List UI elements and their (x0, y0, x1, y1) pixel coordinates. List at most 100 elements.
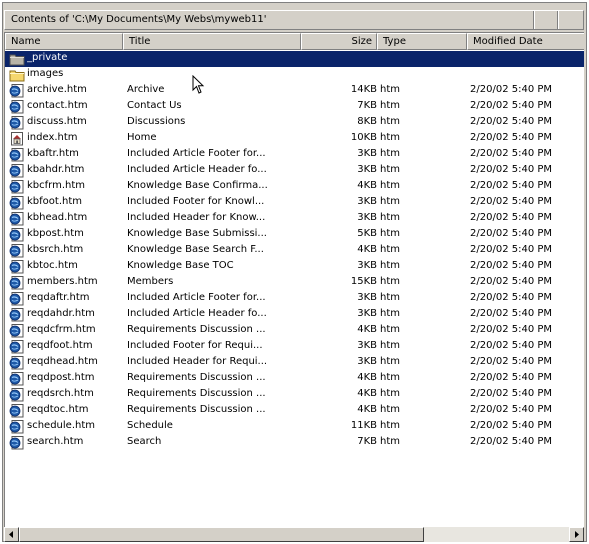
file-list-view[interactable]: Name Title Size Type Modified Date _priv… (4, 32, 584, 527)
file-title: Schedule (127, 420, 173, 431)
file-size: 3KB (357, 356, 377, 367)
file-row[interactable]: discuss.htm Discussions 8KB htm 2/20/02 5:40… (5, 115, 584, 131)
file-title: Included Article Footer for... (127, 292, 266, 303)
column-header-name[interactable]: Name (5, 33, 123, 50)
file-title: Requirements Discussion ... (127, 324, 266, 335)
file-title: Requirements Discussion ... (127, 372, 266, 383)
column-header-title[interactable]: Title (123, 33, 301, 50)
horizontal-scrollbar[interactable] (4, 527, 584, 542)
home-page-icon (9, 132, 25, 146)
file-title: Knowledge Base Search F... (127, 244, 264, 255)
file-size: 7KB (357, 436, 377, 447)
arrow-right-icon (575, 531, 579, 538)
file-type: htm (380, 116, 400, 127)
file-name: reqdpost.htm (27, 372, 95, 383)
file-row[interactable]: _private (5, 51, 584, 67)
file-modified-date: 2/20/02 5:40 PM (470, 132, 553, 143)
file-row[interactable]: reqdahdr.htm Included Article Header fo..… (5, 307, 584, 323)
file-row[interactable]: kbfoot.htm Included Footer for Knowl... 3K… (5, 195, 584, 211)
file-name: archive.htm (27, 84, 87, 95)
file-title: Included Footer for Knowl... (127, 196, 265, 207)
file-row[interactable]: schedule.htm Schedule 11KB htm 2/20/02 5:40 … (5, 419, 584, 435)
title-bar-divider (557, 11, 584, 29)
file-modified-date: 2/20/02 5:40 PM (470, 372, 553, 383)
html-page-icon (9, 260, 25, 274)
file-size: 3KB (357, 308, 377, 319)
column-header-row: Name Title Size Type Modified Date (5, 33, 584, 50)
file-row[interactable]: reqdsrch.htm Requirements Discussion ... 4… (5, 387, 584, 403)
file-row[interactable]: reqdtoc.htm Requirements Discussion ... 4K… (5, 403, 584, 419)
file-type: htm (380, 212, 400, 223)
file-modified-date: 2/20/02 5:40 PM (470, 324, 553, 335)
file-title: Included Footer for Requi... (127, 340, 263, 351)
file-title: Included Article Footer for... (127, 148, 266, 159)
file-modified-date: 2/20/02 5:40 PM (470, 260, 553, 271)
file-name: search.htm (27, 436, 84, 447)
file-name: reqdsrch.htm (27, 388, 94, 399)
file-row[interactable]: kbsrch.htm Knowledge Base Search F... 4KB h… (5, 243, 584, 259)
file-size: 4KB (357, 244, 377, 255)
file-name: reqdahdr.htm (27, 308, 95, 319)
file-row[interactable]: kbahdr.htm Included Article Header fo... 3… (5, 163, 584, 179)
file-row[interactable]: members.htm Members 15KB htm 2/20/02 5:40 PM (5, 275, 584, 291)
file-modified-date: 2/20/02 5:40 PM (470, 228, 553, 239)
html-page-icon (9, 228, 25, 242)
column-header-modified-date[interactable]: Modified Date (467, 33, 584, 50)
file-modified-date: 2/20/02 5:40 PM (470, 308, 553, 319)
scroll-right-button[interactable] (569, 527, 584, 542)
file-title: Discussions (127, 116, 186, 127)
scroll-left-button[interactable] (4, 527, 19, 542)
file-type: htm (380, 244, 400, 255)
file-name: kbtoc.htm (27, 260, 78, 271)
column-header-type[interactable]: Type (377, 33, 467, 50)
file-row[interactable]: reqdcfrm.htm Requirements Discussion ... 4… (5, 323, 584, 339)
file-row[interactable]: kbtoc.htm Knowledge Base TOC 3KB htm 2/20/02… (5, 259, 584, 275)
file-row[interactable]: index.htm Home 10KB htm 2/20/02 5:40 PM (5, 131, 584, 147)
html-page-icon (9, 244, 25, 258)
file-row[interactable]: reqdpost.htm Requirements Discussion ... 4… (5, 371, 584, 387)
file-row[interactable]: reqdhead.htm Included Header for Requi...… (5, 355, 584, 371)
file-row[interactable]: kbcfrm.htm Knowledge Base Confirma... 4KB h… (5, 179, 584, 195)
file-type: htm (380, 164, 400, 175)
file-name: kbcfrm.htm (27, 180, 86, 191)
folder-icon (9, 68, 25, 82)
file-type: htm (380, 100, 400, 111)
file-row[interactable]: kbpost.htm Knowledge Base Submissi... 5KB h… (5, 227, 584, 243)
html-page-icon (9, 116, 25, 130)
file-size: 15KB (350, 276, 377, 287)
file-name: reqdcfrm.htm (27, 324, 96, 335)
file-name: reqdhead.htm (27, 356, 98, 367)
file-type: htm (380, 420, 400, 431)
file-type: htm (380, 308, 400, 319)
column-header-size[interactable]: Size (301, 33, 377, 50)
file-name: schedule.htm (27, 420, 95, 431)
file-size: 3KB (357, 196, 377, 207)
file-row[interactable]: search.htm Search 7KB htm 2/20/02 5:40 PM (5, 435, 584, 451)
html-page-icon (9, 388, 25, 402)
file-modified-date: 2/20/02 5:40 PM (470, 404, 553, 415)
arrow-left-icon (9, 531, 13, 538)
folder-private-icon (9, 52, 25, 66)
file-name: contact.htm (27, 100, 88, 111)
file-row[interactable]: contact.htm Contact Us 7KB htm 2/20/02 5:40 … (5, 99, 584, 115)
file-size: 3KB (357, 164, 377, 175)
html-page-icon (9, 308, 25, 322)
file-row[interactable]: images (5, 67, 584, 83)
file-row[interactable]: reqdaftr.htm Included Article Footer for.… (5, 291, 584, 307)
scroll-thumb[interactable] (19, 527, 424, 542)
file-type: htm (380, 372, 400, 383)
file-modified-date: 2/20/02 5:40 PM (470, 356, 553, 367)
file-row[interactable]: kbaftr.htm Included Article Footer for...… (5, 147, 584, 163)
file-size: 8KB (357, 116, 377, 127)
file-size: 4KB (357, 372, 377, 383)
html-page-icon (9, 340, 25, 354)
file-name: images (27, 68, 64, 79)
file-size: 4KB (357, 404, 377, 415)
file-modified-date: 2/20/02 5:40 PM (470, 420, 553, 431)
file-row[interactable]: archive.htm Archive 14KB htm 2/20/02 5:40 PM (5, 83, 584, 99)
file-name: reqdfoot.htm (27, 340, 93, 351)
file-row[interactable]: reqdfoot.htm Included Footer for Requi...… (5, 339, 584, 355)
file-name: kbahdr.htm (27, 164, 85, 175)
html-page-icon (9, 324, 25, 338)
file-row[interactable]: kbhead.htm Included Header for Know... 3KB… (5, 211, 584, 227)
